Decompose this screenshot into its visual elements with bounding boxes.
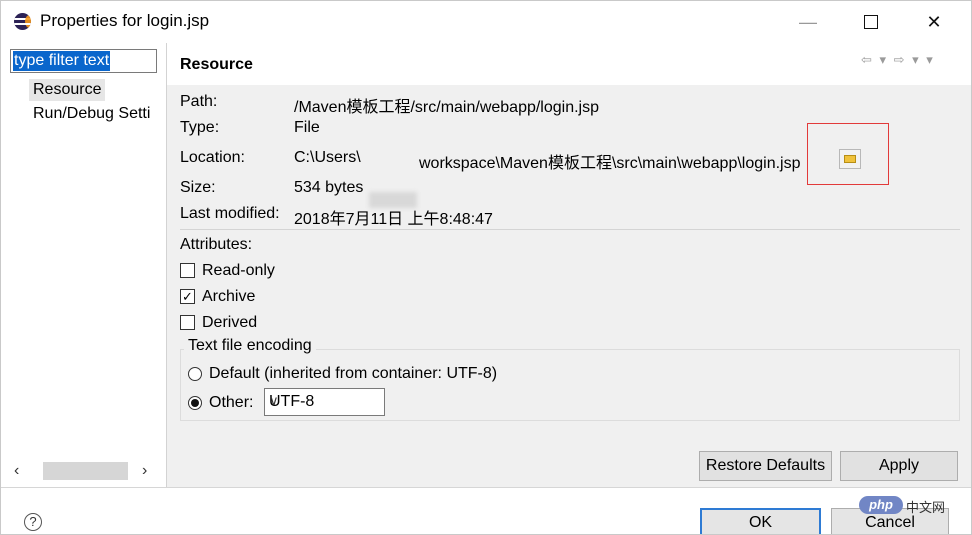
location-prefix: C:\Users\ (294, 149, 361, 166)
type-value: File (294, 119, 320, 136)
close-icon: ✕ (926, 11, 942, 32)
apply-button[interactable]: Apply (840, 451, 958, 481)
modified-value: 2018年7月11日 上午8:48:47 (294, 211, 493, 228)
dialog-footer: ? OK Cancel php 中文网 (1, 487, 971, 534)
modified-label: Last modified: (180, 205, 280, 222)
eclipse-icon (14, 13, 31, 30)
restore-defaults-button[interactable]: Restore Defaults (699, 451, 832, 481)
path-value: /Maven模板工程/src/main/webapp/login.jsp (294, 99, 600, 116)
properties-page: Resource ⇦ ▾ ⇨ ▾ ▾ Path: /Maven模板工程/src/… (167, 43, 971, 487)
help-icon[interactable]: ? (24, 513, 42, 531)
window-title: Properties for login.jsp (40, 11, 210, 30)
watermark-text: 中文网 (906, 500, 946, 515)
attributes-label: Attributes: (180, 236, 253, 253)
archive-checkbox[interactable]: ✓ (180, 289, 195, 304)
other-encoding-label: Other: (209, 394, 254, 411)
folder-open-icon (844, 155, 856, 163)
watermark-logo: php 中文网 (859, 496, 953, 515)
path-label: Path: (180, 93, 218, 110)
tree-item-run-debug[interactable]: Run/Debug Setti (29, 103, 154, 125)
page-title: Resource (180, 56, 253, 73)
readonly-checkbox[interactable] (180, 263, 195, 278)
encoding-select[interactable]: UTF-8 ∨ (264, 388, 385, 416)
location-suffix: workspace\Maven模板工程\src\main\webapp\logi… (419, 155, 801, 172)
other-encoding-radio[interactable] (188, 396, 202, 410)
maximize-icon (864, 15, 878, 29)
ok-button[interactable]: OK (700, 508, 821, 534)
encoding-group-title: Text file encoding (184, 337, 316, 355)
derived-label: Derived (202, 314, 258, 331)
divider (180, 229, 960, 230)
tree-item-resource[interactable]: Resource (29, 79, 106, 101)
location-label: Location: (180, 149, 245, 166)
properties-dialog: Properties for login.jsp — ✕ type filter… (0, 0, 972, 535)
close-button[interactable]: ✕ (915, 9, 953, 35)
readonly-label: Read-only (202, 262, 275, 279)
scroll-right-icon[interactable]: › (142, 462, 147, 480)
open-in-explorer-button[interactable] (839, 149, 861, 169)
scroll-left-icon[interactable]: ‹ (14, 462, 19, 480)
type-label: Type: (180, 119, 220, 136)
minimize-button[interactable]: — (789, 9, 827, 35)
page-header: Resource ⇦ ▾ ⇨ ▾ ▾ (167, 43, 971, 85)
history-nav-icons[interactable]: ⇦ ▾ ⇨ ▾ ▾ (861, 52, 935, 68)
size-value: 534 bytes (294, 179, 364, 196)
title-bar: Properties for login.jsp — ✕ (1, 1, 971, 43)
chevron-down-icon: ∨ (269, 393, 279, 408)
scroll-thumb[interactable] (43, 462, 128, 480)
default-encoding-label: Default (inherited from container: UTF-8… (209, 365, 498, 382)
filter-selected-text: type filter text (13, 51, 111, 71)
watermark-brand: php (859, 496, 903, 514)
default-encoding-radio[interactable] (188, 367, 202, 381)
horizontal-scrollbar[interactable]: ‹ › (10, 460, 160, 482)
derived-checkbox[interactable] (180, 315, 195, 330)
size-label: Size: (180, 179, 216, 196)
filter-input[interactable]: type filter text (10, 49, 157, 73)
maximize-button[interactable] (852, 9, 890, 35)
navigation-panel: type filter text Resource Run/Debug Sett… (1, 43, 167, 487)
archive-label: Archive (202, 288, 256, 305)
